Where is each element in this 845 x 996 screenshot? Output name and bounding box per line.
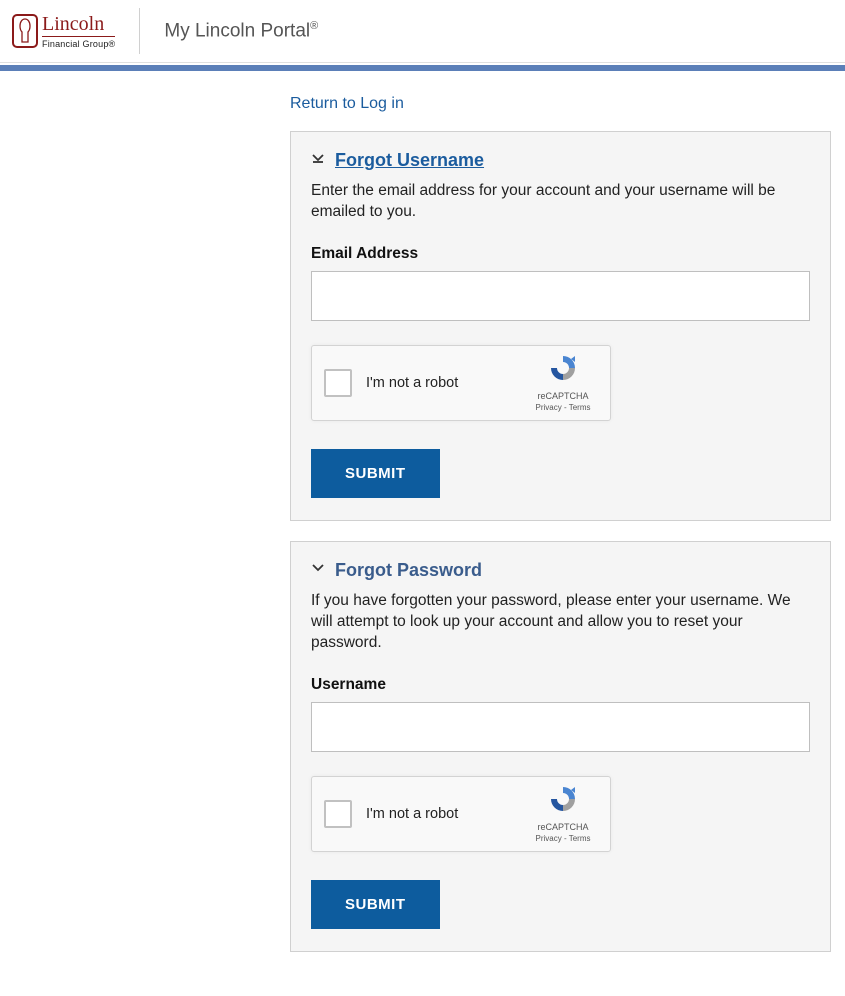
forgot-password-header[interactable]: Forgot Password: [311, 560, 810, 581]
return-to-login-link[interactable]: Return to Log in: [290, 95, 404, 113]
logo-text: Lincoln Financial Group®: [42, 14, 115, 49]
logo-line1: Lincoln: [42, 14, 115, 37]
chevron-down-icon: [311, 151, 335, 170]
recaptcha-label: I'm not a robot: [366, 806, 528, 822]
forgot-username-title: Forgot Username: [335, 150, 484, 171]
portal-title-text: My Lincoln Portal: [164, 20, 310, 41]
portal-title: My Lincoln Portal®: [164, 20, 318, 42]
portal-reg-mark: ®: [310, 20, 318, 32]
recaptcha-icon: [548, 784, 578, 819]
forgot-password-description: If you have forgotten your password, ple…: [311, 591, 810, 654]
recaptcha-widget-password: I'm not a robot reCAPTCHA Privacy - Term…: [311, 776, 611, 852]
username-field[interactable]: [311, 702, 810, 752]
lincoln-logo-icon: [12, 14, 38, 48]
forgot-password-panel: Forgot Password If you have forgotten yo…: [290, 541, 831, 952]
forgot-username-header[interactable]: Forgot Username: [311, 150, 810, 171]
email-label: Email Address: [311, 245, 810, 263]
recaptcha-brand: reCAPTCHA Privacy - Terms: [528, 353, 598, 412]
recaptcha-brand-text: reCAPTCHA: [537, 822, 588, 832]
chevron-down-icon: [311, 561, 335, 580]
main-content: Return to Log in Forgot Username Enter t…: [0, 71, 835, 996]
forgot-username-panel: Forgot Username Enter the email address …: [290, 131, 831, 521]
recaptcha-links[interactable]: Privacy - Terms: [536, 403, 591, 412]
logo[interactable]: Lincoln Financial Group®: [12, 8, 140, 54]
recaptcha-links[interactable]: Privacy - Terms: [536, 834, 591, 843]
recaptcha-brand-text: reCAPTCHA: [537, 391, 588, 401]
recaptcha-brand: reCAPTCHA Privacy - Terms: [528, 784, 598, 843]
recaptcha-label: I'm not a robot: [366, 375, 528, 391]
forgot-username-description: Enter the email address for your account…: [311, 181, 810, 223]
submit-username-button[interactable]: SUBMIT: [311, 449, 440, 498]
logo-line2: Financial Group®: [42, 40, 115, 49]
recaptcha-icon: [548, 353, 578, 388]
recaptcha-checkbox[interactable]: [324, 369, 352, 397]
username-label: Username: [311, 676, 810, 694]
submit-password-button[interactable]: SUBMIT: [311, 880, 440, 929]
forgot-password-title: Forgot Password: [335, 560, 482, 581]
recaptcha-widget-username: I'm not a robot reCAPTCHA Privacy - Term…: [311, 345, 611, 421]
header: Lincoln Financial Group® My Lincoln Port…: [0, 0, 845, 63]
email-field[interactable]: [311, 271, 810, 321]
recaptcha-checkbox[interactable]: [324, 800, 352, 828]
